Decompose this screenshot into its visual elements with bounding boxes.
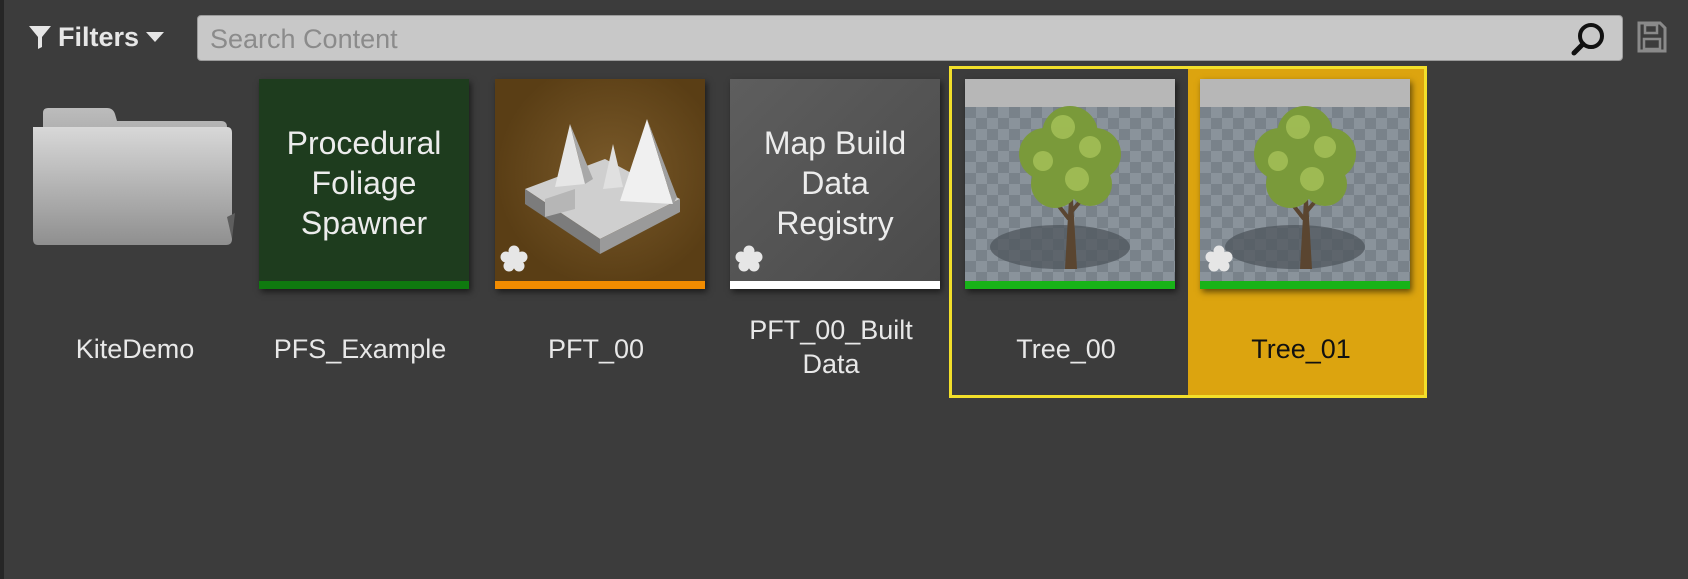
content-browser: Filters Search Content KiteDemo Procedur… — [0, 0, 1688, 579]
foliage-type-icon — [515, 109, 685, 264]
asset-tile-tree-00[interactable]: Tree_00 — [953, 0, 1175, 400]
asset-type-bar — [1200, 281, 1410, 289]
asset-thumbnail — [495, 79, 705, 289]
asset-tile-kitedemo[interactable]: KiteDemo — [22, 0, 240, 400]
asset-tile-pft-00[interactable]: PFT_00 — [483, 0, 705, 400]
asset-name: PFT_00_Built Data — [749, 315, 913, 379]
asset-name: Tree_00 — [1016, 334, 1116, 364]
asset-type-bar — [259, 281, 469, 289]
asset-thumbnail — [965, 79, 1175, 289]
asterisk-icon — [499, 244, 529, 279]
asset-tile-pfs-example[interactable]: Procedural Foliage Spawner PFS_Example — [247, 0, 469, 400]
thumbnail-text: Procedural Foliage Spawner — [286, 125, 442, 241]
asset-tile-tree-01[interactable]: Tree_01 — [1188, 0, 1410, 400]
asset-tile-pft-00-builtdata[interactable]: Map Build Data Registry PFT_00_Built Dat… — [718, 0, 940, 400]
asset-type-bar — [495, 281, 705, 289]
thumbnail-text: Map Build Data Registry — [763, 125, 907, 241]
folder-icon — [29, 105, 239, 252]
magnifier-icon[interactable] — [1570, 22, 1608, 61]
asset-type-bar — [730, 281, 940, 289]
asset-thumbnail: Map Build Data Registry — [730, 79, 940, 289]
asterisk-icon — [1204, 244, 1234, 279]
asset-thumbnail — [1200, 79, 1410, 289]
panel-edge — [0, 0, 4, 579]
asset-name: Tree_01 — [1251, 334, 1351, 364]
asset-type-bar — [965, 281, 1175, 289]
tree-preview — [965, 79, 1175, 289]
asset-name: PFS_Example — [273, 334, 447, 364]
floppy-disk-icon[interactable] — [1637, 21, 1667, 58]
asset-thumbnail: Procedural Foliage Spawner — [259, 79, 469, 289]
asset-name: PFT_00 — [547, 334, 645, 364]
asset-name: KiteDemo — [75, 334, 195, 364]
asterisk-icon — [734, 244, 764, 279]
